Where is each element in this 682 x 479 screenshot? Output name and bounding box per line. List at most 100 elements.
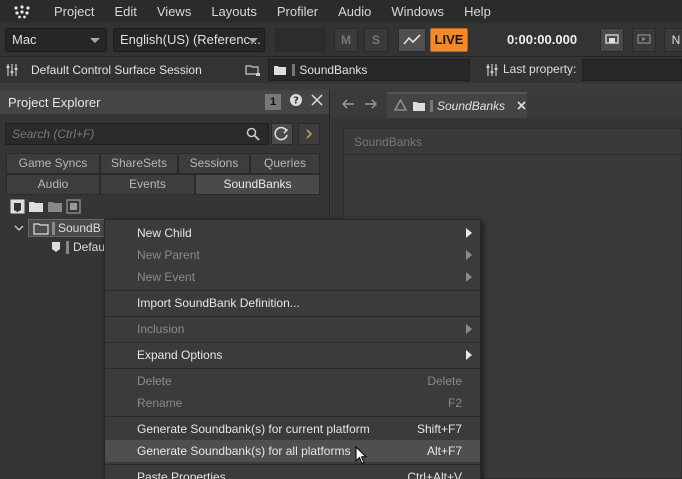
editor-header: SoundBanks (344, 129, 681, 155)
disconnect-button[interactable] (632, 28, 656, 52)
wwise-logo-icon[interactable] (0, 0, 44, 23)
forward-arrow-icon[interactable] (364, 97, 378, 114)
menu-help[interactable]: Help (454, 0, 501, 23)
folder-outline-icon (33, 222, 49, 235)
menu-item-rename[interactable]: Rename F2 (105, 392, 480, 414)
context-menu: New Child New Parent New Event Import So… (104, 219, 481, 479)
menu-item-label: Paste Properties... (137, 470, 236, 479)
virtual-folder-icon[interactable] (66, 199, 81, 217)
next-button[interactable]: N (664, 28, 682, 52)
last-property-label: Last property: (503, 62, 577, 76)
live-button[interactable]: LIVE (430, 28, 468, 52)
menu-item-paste-properties[interactable]: Paste Properties... Ctrl+Alt+V (105, 466, 480, 479)
menu-separator (105, 316, 480, 317)
tab-row-1: Game Syncs ShareSets Sessions Queries (6, 153, 320, 174)
disconnect-icon (637, 34, 651, 44)
menu-audio[interactable]: Audio (328, 0, 381, 23)
menu-edit[interactable]: Edit (104, 0, 146, 23)
path-label: SoundBanks (299, 63, 368, 77)
pin-number-button[interactable]: 1 (265, 93, 281, 110)
menu-separator (105, 368, 480, 369)
menu-item-label: New Event (137, 270, 196, 284)
menu-item-delete[interactable]: Delete Delete (105, 370, 480, 392)
remote-connect-button[interactable] (600, 28, 624, 52)
mute-button[interactable]: M (334, 28, 358, 52)
tree-item-default[interactable]: Defau (50, 238, 105, 256)
back-arrow-icon[interactable] (341, 97, 355, 114)
menu-project[interactable]: Project (44, 0, 104, 23)
project-explorer-titlebar: Project Explorer 1 ? (0, 90, 329, 114)
blank-field[interactable] (275, 28, 326, 52)
tab-audio[interactable]: Audio (6, 174, 100, 195)
menu-item-generate-all-platforms[interactable]: Generate Soundbank(s) for all platforms … (105, 440, 480, 462)
settings-sliders-icon[interactable] (5, 63, 19, 80)
platform-dropdown[interactable]: Mac (5, 28, 107, 52)
soundbank-icon (52, 242, 60, 252)
folder-icon (413, 102, 425, 111)
menu-item-label: New Child (137, 226, 192, 240)
path-field[interactable]: SoundBanks (268, 59, 470, 81)
last-property-field[interactable] (582, 59, 682, 81)
folder-icon[interactable] (28, 199, 44, 217)
refresh-icon[interactable] (271, 123, 293, 145)
menu-item-label: Delete (137, 374, 172, 388)
submenu-arrow-icon (466, 350, 472, 360)
tab-sharesets[interactable]: ShareSets (100, 153, 178, 174)
menu-item-new-parent[interactable]: New Parent (105, 244, 480, 266)
editor-tabbar: SoundBanks (331, 90, 682, 118)
tab-soundbanks[interactable]: SoundBanks (195, 174, 320, 195)
menu-profiler[interactable]: Profiler (267, 0, 328, 23)
help-icon[interactable]: ? (289, 93, 303, 110)
tab-events[interactable]: Events (100, 174, 195, 195)
menu-item-expand-options[interactable]: Expand Options (105, 344, 480, 366)
tab-queries[interactable]: Queries (250, 153, 320, 174)
graph-button[interactable] (398, 28, 426, 52)
svg-text:?: ? (293, 96, 299, 107)
expand-arrow-icon[interactable] (298, 123, 320, 145)
menu-item-import-soundbank-definition[interactable]: Import SoundBank Definition... (105, 292, 480, 314)
submenu-arrow-icon (466, 324, 472, 334)
menu-item-generate-current-platform[interactable]: Generate Soundbank(s) for current platfo… (105, 418, 480, 440)
menu-separator (105, 290, 480, 291)
work-unit-icon[interactable] (47, 199, 63, 217)
tree-item-label: Defau (73, 240, 106, 254)
control-surface-session[interactable]: Default Control Surface Session (26, 59, 237, 81)
tab-title: SoundBanks (437, 99, 506, 113)
menu-item-shortcut: F2 (447, 396, 462, 410)
menu-item-label: Import SoundBank Definition... (137, 296, 300, 310)
session-bar: Default Control Surface Session SoundBan… (0, 57, 682, 83)
tree-item-soundbanks-root[interactable]: SoundB (14, 219, 106, 237)
submenu-arrow-icon (466, 250, 472, 260)
close-icon[interactable] (311, 94, 323, 109)
trend-line-icon (403, 34, 421, 45)
search-icon[interactable] (246, 127, 260, 144)
close-icon[interactable] (517, 99, 526, 113)
tab-soundbanks-editor[interactable]: SoundBanks (387, 92, 527, 118)
chevron-down-icon[interactable] (14, 223, 24, 233)
menu-item-inclusion[interactable]: Inclusion (105, 318, 480, 340)
soundbank-icon[interactable] (10, 199, 25, 217)
menu-item-label: Generate Soundbank(s) for current platfo… (137, 422, 370, 436)
tab-row-2: Audio Events SoundBanks (6, 174, 320, 195)
menu-bar: Project Edit Views Layouts Profiler Audi… (0, 0, 682, 23)
menu-item-shortcut: Shift+F7 (416, 422, 462, 436)
search-input[interactable]: Search (Ctrl+F) (5, 123, 269, 145)
menu-item-label: Rename (137, 396, 183, 410)
menu-windows[interactable]: Windows (381, 0, 454, 23)
solo-button[interactable]: S (364, 28, 388, 52)
language-dropdown[interactable]: English(US) (Referenc... (113, 28, 265, 52)
menu-item-new-child[interactable]: New Child (105, 222, 480, 244)
menu-item-shortcut: Delete (427, 374, 462, 388)
menu-views[interactable]: Views (147, 0, 201, 23)
main-toolbar: Mac English(US) (Referenc... M S LIVE 0:… (0, 23, 682, 57)
menu-layouts[interactable]: Layouts (201, 0, 267, 23)
recycle-icon (393, 99, 408, 111)
mouse-cursor-icon (355, 445, 368, 468)
tab-game-syncs[interactable]: Game Syncs (6, 153, 100, 174)
menu-item-new-event[interactable]: New Event (105, 266, 480, 288)
submenu-arrow-icon (466, 228, 472, 238)
property-sliders-icon[interactable] (485, 63, 499, 80)
language-value: English(US) (Referenc... (120, 32, 261, 47)
tab-sessions[interactable]: Sessions (178, 153, 250, 174)
folder-browse-icon[interactable] (245, 63, 261, 80)
